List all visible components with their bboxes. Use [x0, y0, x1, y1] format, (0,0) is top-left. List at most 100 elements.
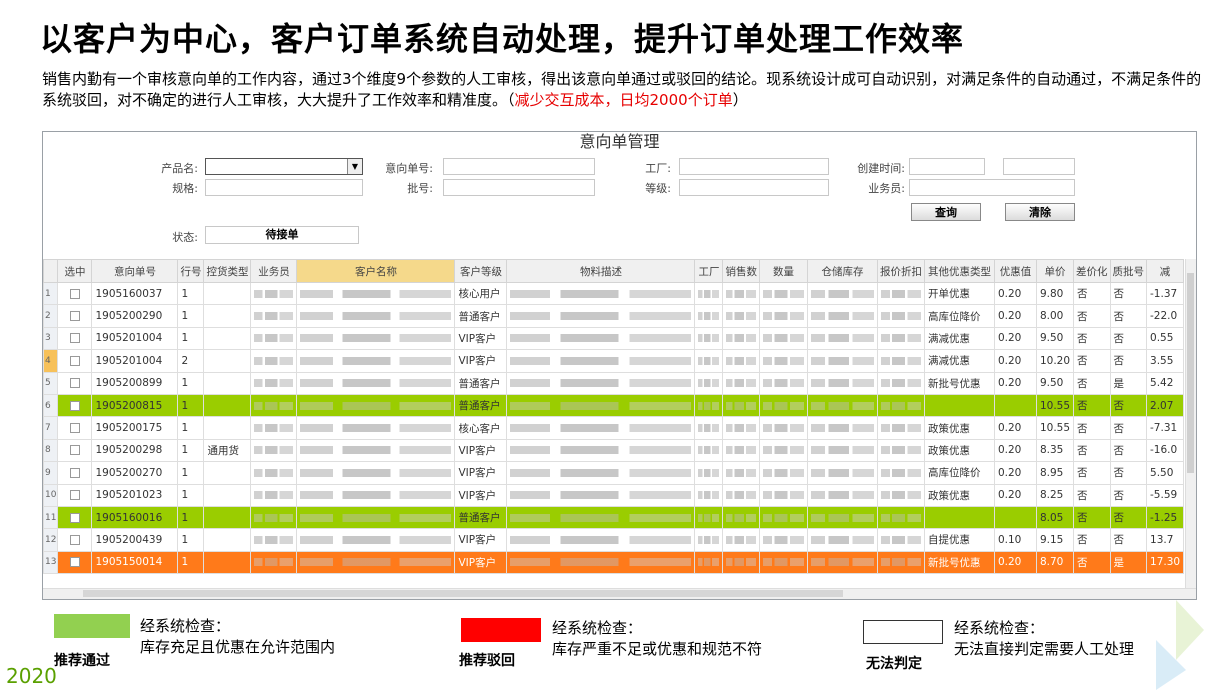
- query-button[interactable]: 查询: [911, 203, 981, 221]
- status-input[interactable]: 待接单: [205, 226, 359, 244]
- table-row[interactable]: 2 1905200290 1 普通客户 高库位降价 0.20 8.00 否否 -22.0: [43, 304, 1185, 328]
- redacted-value: [880, 513, 921, 522]
- customer-name-cell: [296, 393, 456, 418]
- batch-input[interactable]: [443, 179, 595, 196]
- table-row[interactable]: 11 1905160016 1 普通客户 8.05 否否 -1.25: [43, 505, 1185, 530]
- table-row[interactable]: 1 1905160037 1 核心用户 开单优惠 0.20 9.80 否否 -1.37: [43, 281, 1185, 306]
- factory-cell: [694, 438, 724, 463]
- table-row[interactable]: 12 1905200439 1 VIP客户 自提优惠 0.10 9.15 否否 13.7: [43, 528, 1185, 552]
- row-checkbox[interactable]: [69, 355, 80, 366]
- row-checkbox[interactable]: [69, 467, 80, 478]
- column-header[interactable]: 单价: [1035, 259, 1075, 283]
- table-row[interactable]: 7 1905200175 1 核心客户 政策优惠 0.20 10.55 否否 -7.31: [43, 416, 1185, 440]
- last-value-cell: 2.07: [1146, 393, 1185, 418]
- create-time-end-input[interactable]: [1003, 158, 1075, 175]
- column-header[interactable]: 客户等级: [454, 259, 508, 283]
- vertical-scrollbar[interactable]: [1185, 259, 1196, 589]
- price-diff-cell: 否: [1073, 505, 1111, 530]
- legend-desc-pass: 经系统检查： 库存充足且优惠在允许范围内: [140, 616, 335, 658]
- table-row[interactable]: 3 1905201004 1 VIP客户 满减优惠 0.20 9.50 否否 0.55: [43, 326, 1185, 351]
- salesman-cell: [250, 550, 298, 575]
- column-header[interactable]: 仓储库存: [806, 259, 878, 283]
- chevron-down-icon[interactable]: ▼: [347, 159, 362, 174]
- material-desc-cell: [506, 438, 696, 463]
- table-row[interactable]: 13 1905150014 1 VIP客户 新批号优惠 0.20 8.70 否是 17.30: [43, 550, 1185, 575]
- select-cell: [57, 483, 93, 507]
- table-row[interactable]: 8 1905200298 1 通用货 VIP客户 政策优惠 0.20 8.35 否否 -16.0: [43, 438, 1185, 463]
- product-select[interactable]: ▼: [205, 158, 363, 175]
- column-header[interactable]: 报价折扣: [876, 259, 925, 283]
- table-row[interactable]: 6 1905200815 1 普通客户 10.55 否否 2.07: [43, 393, 1185, 418]
- row-checkbox[interactable]: [69, 512, 80, 523]
- row-checkbox[interactable]: [69, 490, 80, 501]
- order-no-label: 意向单号:: [385, 162, 433, 175]
- column-header[interactable]: 行号: [177, 259, 205, 283]
- grade-input[interactable]: [679, 179, 829, 196]
- column-header[interactable]: 优惠值: [993, 259, 1037, 283]
- row-checkbox[interactable]: [69, 333, 80, 344]
- row-number: 5: [43, 371, 59, 395]
- clear-button[interactable]: 清除: [1005, 203, 1075, 221]
- scrollbar-thumb[interactable]: [1187, 273, 1194, 473]
- table-row[interactable]: 5 1905200899 1 普通客户 新批号优惠 0.20 9.50 否是 5.42: [43, 371, 1185, 395]
- row-checkbox[interactable]: [69, 557, 80, 568]
- quantity-cell: [758, 371, 808, 395]
- column-header[interactable]: 业务员: [250, 259, 298, 283]
- redacted-value: [254, 446, 294, 455]
- row-checkbox[interactable]: [69, 288, 80, 299]
- table-row[interactable]: 10 1905201023 1 VIP客户 政策优惠 0.20 8.25 否否 -5.59: [43, 483, 1185, 507]
- factory-input[interactable]: [679, 158, 829, 175]
- column-header[interactable]: 数量: [758, 259, 808, 283]
- column-header[interactable]: 控货类型: [203, 259, 252, 283]
- unit-price-cell: 8.35: [1035, 438, 1075, 463]
- column-header[interactable]: 物料描述: [506, 259, 696, 283]
- row-checkbox[interactable]: [69, 400, 80, 411]
- order-no-input[interactable]: [443, 158, 595, 175]
- redacted-value: [510, 424, 692, 433]
- price-diff-cell: 否: [1073, 281, 1111, 306]
- discount-cell: [876, 483, 925, 507]
- scrollbar-thumb[interactable]: [83, 590, 843, 597]
- description-highlight: 减少交互成本，日均2000个订单: [514, 91, 733, 109]
- row-checkbox[interactable]: [69, 534, 80, 545]
- quantity-cell: [758, 416, 808, 440]
- redacted-value: [698, 312, 720, 321]
- customer-grade-cell: 核心用户: [454, 281, 508, 306]
- column-header[interactable]: 选中: [57, 259, 93, 283]
- column-header[interactable]: 意向单号: [91, 259, 179, 283]
- order-no-cell: 1905200290: [91, 304, 179, 328]
- legend-swatch-undetermined: [863, 620, 943, 644]
- horizontal-scrollbar[interactable]: [43, 588, 1196, 599]
- legend-swatch-reject: [461, 618, 541, 642]
- row-checkbox[interactable]: [69, 378, 80, 389]
- column-header[interactable]: 质批号: [1109, 259, 1148, 283]
- customer-name-cell: [296, 416, 456, 440]
- redacted-value: [254, 468, 294, 477]
- table-row[interactable]: 9 1905200270 1 VIP客户 高库位降价 0.20 8.95 否否 5.50: [43, 461, 1185, 485]
- row-checkbox[interactable]: [69, 445, 80, 456]
- column-header[interactable]: 差价化: [1073, 259, 1111, 283]
- line-no-cell: 1: [177, 550, 205, 575]
- line-no-cell: 1: [177, 461, 205, 485]
- create-time-start-input[interactable]: [909, 158, 985, 175]
- promo-value-cell: 0.20: [993, 438, 1037, 463]
- batch-flag-cell: 否: [1109, 461, 1148, 485]
- column-header[interactable]: 工厂: [694, 259, 724, 283]
- select-cell: [57, 505, 93, 530]
- column-header[interactable]: 客户名称: [296, 259, 456, 283]
- column-header[interactable]: 减: [1146, 259, 1185, 283]
- redacted-value: [698, 289, 720, 298]
- redacted-value: [726, 468, 756, 477]
- row-checkbox[interactable]: [69, 311, 80, 322]
- last-value-cell: 5.42: [1146, 371, 1185, 395]
- table-row[interactable]: 4 1905201004 2 VIP客户 满减优惠 0.20 10.20 否否 3.55: [43, 349, 1185, 373]
- line-no-cell: 2: [177, 349, 205, 373]
- salesman-cell: [250, 416, 298, 440]
- stock-cell: [806, 281, 878, 306]
- row-number: 7: [43, 416, 59, 440]
- column-header[interactable]: 销售数: [722, 259, 760, 283]
- row-checkbox[interactable]: [69, 423, 80, 434]
- column-header[interactable]: 其他优惠类型: [923, 259, 995, 283]
- salesman-input[interactable]: [909, 179, 1075, 196]
- spec-input[interactable]: [205, 179, 363, 196]
